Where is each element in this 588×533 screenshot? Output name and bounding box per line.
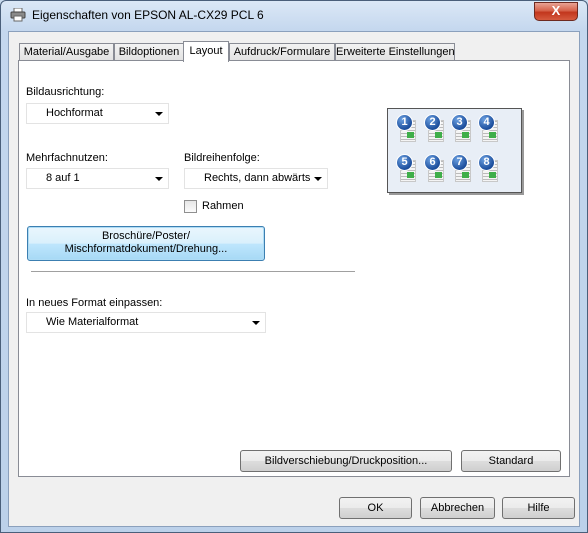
page-number-badge: 8 [478, 154, 495, 171]
tab-material-ausgabe[interactable]: Material/Ausgabe [19, 43, 114, 60]
printer-icon [10, 8, 26, 22]
tab-erweiterte-einstellungen[interactable]: Erweiterte Einstellungen [335, 43, 455, 60]
chevron-down-icon [252, 321, 260, 325]
dialog-client: Material/Ausgabe Bildoptionen Layout Auf… [8, 31, 580, 527]
page-number-badge: 6 [424, 154, 441, 171]
preview-page: 2 [424, 114, 448, 144]
fit-label: In neues Format einpassen: [26, 297, 163, 309]
properties-window: Eigenschaften von EPSON AL-CX29 PCL 6 X … [0, 0, 588, 533]
close-button[interactable]: X [534, 2, 578, 21]
preview-page: 4 [478, 114, 502, 144]
title-bar[interactable]: Eigenschaften von EPSON AL-CX29 PCL 6 X [1, 1, 587, 31]
orientation-value: Hochformat [46, 107, 103, 119]
booklet-button-line1: Broschüre/Poster/ [101, 230, 191, 242]
standard-label: Standard [488, 455, 534, 467]
order-select[interactable]: Rechts, dann abwärts [184, 168, 328, 189]
page-number-badge: 4 [478, 114, 495, 131]
close-icon: X [551, 3, 561, 18]
layout-preview: 1 2 3 4 5 6 7 8 [387, 108, 522, 193]
fit-value: Wie Materialformat [46, 316, 139, 328]
page-number-badge: 7 [451, 154, 468, 171]
order-label: Bildreihenfolge: [184, 152, 260, 164]
cancel-button[interactable]: Abbrechen [420, 497, 495, 519]
orientation-label: Bildausrichtung: [26, 86, 105, 98]
border-checkbox[interactable] [184, 200, 197, 213]
chevron-down-icon [314, 177, 322, 181]
tab-label: Material/Ausgabe [23, 46, 110, 58]
nup-label: Mehrfachnutzen: [26, 152, 108, 164]
layout-panel: Bildausrichtung: Hochformat Mehrfachnutz… [18, 60, 570, 477]
tab-label: Bildoptionen [118, 46, 180, 58]
booklet-button-line2: Mischformatdokument/Drehung... [64, 243, 228, 255]
tab-aufdruck-formulare[interactable]: Aufdruck/Formulare [229, 43, 335, 60]
fit-select[interactable]: Wie Materialformat [26, 312, 266, 333]
image-shift-button[interactable]: Bildverschiebung/Druckposition... [240, 450, 452, 472]
preview-page: 7 [451, 154, 475, 184]
ok-button[interactable]: OK [339, 497, 412, 519]
tab-bildoptionen[interactable]: Bildoptionen [114, 43, 184, 60]
preview-page: 6 [424, 154, 448, 184]
tab-layout[interactable]: Layout [183, 41, 229, 62]
ok-label: OK [367, 502, 384, 514]
booklet-poster-button[interactable]: Broschüre/Poster/ Mischformatdokument/Dr… [27, 226, 265, 261]
chevron-down-icon [155, 177, 163, 181]
preview-page: 5 [396, 154, 420, 184]
page-number-badge: 2 [424, 114, 441, 131]
chevron-down-icon [155, 112, 163, 116]
tab-label: Erweiterte Einstellungen [336, 46, 455, 58]
preview-page: 1 [396, 114, 420, 144]
help-label: Hilfe [527, 502, 550, 514]
order-value: Rechts, dann abwärts [204, 172, 311, 184]
nup-select[interactable]: 8 auf 1 [26, 168, 169, 189]
orientation-select[interactable]: Hochformat [26, 103, 169, 124]
preview-page: 8 [478, 154, 502, 184]
preview-page: 3 [451, 114, 475, 144]
cancel-label: Abbrechen [430, 502, 485, 514]
tab-label: Aufdruck/Formulare [233, 46, 331, 58]
page-number-badge: 1 [396, 114, 413, 131]
nup-value: 8 auf 1 [46, 172, 80, 184]
window-title: Eigenschaften von EPSON AL-CX29 PCL 6 [32, 8, 264, 22]
image-shift-label: Bildverschiebung/Druckposition... [264, 455, 428, 467]
tab-label: Layout [189, 45, 223, 57]
help-button[interactable]: Hilfe [502, 497, 575, 519]
border-label[interactable]: Rahmen [202, 200, 244, 212]
standard-button[interactable]: Standard [461, 450, 561, 472]
separator [31, 271, 355, 273]
page-number-badge: 3 [451, 114, 468, 131]
page-number-badge: 5 [396, 154, 413, 171]
